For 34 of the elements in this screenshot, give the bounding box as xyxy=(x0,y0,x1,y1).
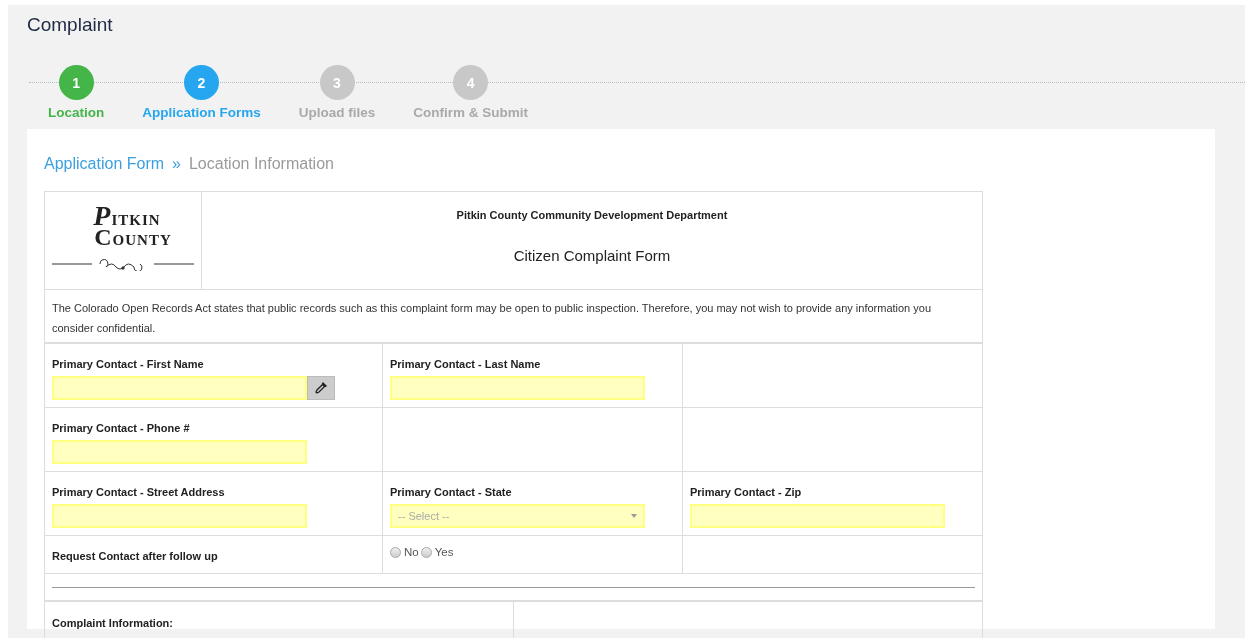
input-field[interactable] xyxy=(690,504,945,528)
caret-icon xyxy=(631,514,637,518)
input-field[interactable] xyxy=(390,376,645,400)
input-field[interactable] xyxy=(52,440,307,464)
step-label[interactable]: Location xyxy=(48,105,105,120)
breadcrumb-link[interactable]: Application Form xyxy=(44,155,165,173)
section-title: Complaint Information: xyxy=(52,617,173,629)
page-title: Complaint xyxy=(27,13,114,37)
breadcrumb-current: Location Information xyxy=(188,155,334,173)
breadcrumb-separator: » xyxy=(172,155,181,173)
organization-name: Pitkin County Community Development Department xyxy=(456,209,728,221)
notice-text: The Colorado Open Records Act states that public records such as this complaint form may be open to public inspection. Therefore, you may not wish to provide any information you consider confidential. xyxy=(52,302,932,334)
input-field[interactable] xyxy=(52,504,307,528)
form-title: Citizen Complaint Form xyxy=(513,247,671,264)
field-label: Primary Contact - Zip xyxy=(690,486,802,498)
step-label[interactable]: Application Forms xyxy=(142,105,261,120)
radio-label[interactable]: No xyxy=(404,546,419,558)
eyedropper-icon xyxy=(315,382,327,394)
step-number[interactable]: 1 xyxy=(58,65,94,100)
step-label[interactable]: Confirm & Submit xyxy=(413,105,529,120)
eyedropper-button[interactable] xyxy=(307,376,335,400)
radio-button[interactable] xyxy=(420,546,432,558)
field-label: Primary Contact - Last Name xyxy=(390,358,541,370)
field-label: Request Contact after follow up xyxy=(52,550,218,562)
step-label[interactable]: Upload files xyxy=(298,105,376,120)
field-label: Primary Contact - State xyxy=(390,486,512,498)
field-label: Primary Contact - Phone # xyxy=(52,422,190,434)
radio-label[interactable]: Yes xyxy=(434,546,454,558)
state-dropdown[interactable]: -- Select -- xyxy=(390,504,645,528)
field-label: Primary Contact - First Name xyxy=(52,358,204,370)
input-field[interactable] xyxy=(52,376,307,400)
radio-button[interactable] xyxy=(390,546,401,558)
field-label: Primary Contact - Street Address xyxy=(52,486,225,498)
step-number[interactable]: 2 xyxy=(184,65,219,100)
